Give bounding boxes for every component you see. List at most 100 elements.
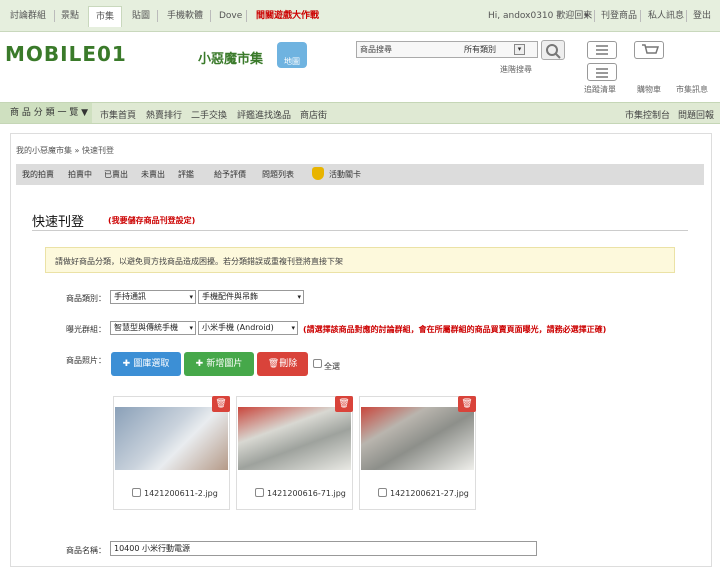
divider [157, 10, 158, 22]
photo-checkbox[interactable] [378, 488, 387, 497]
subnav-unsold[interactable]: 未賣出 [141, 169, 165, 180]
photo-filename: 1421200616-71.jpg [267, 489, 346, 498]
nav-tab-apps[interactable]: 手機軟體 [167, 6, 203, 26]
market-messages-label[interactable]: 市集訊息 [676, 84, 708, 95]
trash-icon[interactable]: 🗑 [335, 396, 353, 412]
photo-filename: 1421200611-2.jpg [144, 489, 218, 498]
menu-report-issue[interactable]: 問題回報 [678, 108, 714, 121]
chevron-down-icon: ▾ [291, 324, 295, 332]
product-photo [361, 407, 474, 470]
subnav-ratings[interactable]: 評鑑 [178, 169, 194, 180]
search-category-select[interactable]: 所有類別 [464, 44, 496, 55]
divider [246, 10, 247, 22]
seller-subnav: 我的拍賣 拍賣中 已賣出 未賣出 評鑑 給予評價 問題列表 活動關卡 [16, 164, 704, 185]
trash-icon[interactable]: 🗑 [458, 396, 476, 412]
exposure-warning: (請選擇該商品對應的討論群組，會在所屬群組的商品買賣頁面曝光，請務必選擇正確) [303, 325, 607, 334]
chevron-down-icon[interactable]: ▾ [514, 44, 525, 55]
photo-filename: 1421200621-27.jpg [390, 489, 469, 498]
site-header: MOBILE01 小惡魔市集 地圖 商品搜尋 所有類別 ▾ 進階搜尋 追蹤清單 … [0, 32, 720, 100]
nav-tab-game-event[interactable]: 間關遊戲大作戰 [256, 6, 319, 26]
search-icon [546, 44, 561, 59]
notice-text: 請做好商品分類，以避免買方找商品造成困擾。若分類錯誤或重複刊登將直接下架 [55, 257, 343, 266]
category-dropdown[interactable]: 商 品 分 類 一 覽 ▼ [0, 103, 92, 123]
exposure-select-2[interactable]: 小米手機 (Android) ▾ [198, 321, 298, 335]
list-icon[interactable] [587, 63, 617, 81]
menu-hot-ranking[interactable]: 熱賣排行 [146, 108, 182, 121]
trophy-icon [312, 167, 324, 180]
exposure-label: 曝光群組： [66, 325, 106, 334]
subnav-sold[interactable]: 已賣出 [104, 169, 128, 180]
trash-icon: 🗑 [267, 359, 280, 369]
watchlist-icon[interactable] [587, 41, 617, 59]
market-menu-bar: 商 品 分 類 一 覽 ▼ 市集首頁 熱賣排行 二手交換 評鑑進找逸品 商店街 … [0, 102, 720, 124]
logout-link[interactable]: 登出 [693, 6, 711, 26]
divider [32, 230, 688, 231]
site-logo[interactable]: MOBILE01 [5, 42, 127, 66]
user-greeting[interactable]: Hi, andox0310 歡迎回來 [488, 6, 592, 26]
subnav-give-rating[interactable]: 給予評價 [214, 169, 246, 180]
market-name[interactable]: 小惡魔市集 [198, 48, 263, 67]
subnav-on-sale[interactable]: 拍賣中 [68, 169, 92, 180]
menu-control-panel[interactable]: 市集控制台 [625, 108, 670, 121]
divider [210, 10, 211, 22]
exposure-select-2-value: 小米手機 (Android) [202, 323, 274, 332]
notice-box: 請做好商品分類，以避免買方找商品造成困擾。若分類錯誤或重複刊登將直接下架 [45, 247, 675, 273]
plus-icon: ✚ [195, 359, 207, 369]
nav-tab-dove[interactable]: Dove [219, 6, 242, 26]
watchlist-label[interactable]: 追蹤清單 [584, 84, 616, 95]
product-name-label: 商品名稱： [66, 546, 106, 555]
category-select-2[interactable]: 手機配件與吊飾 ▾ [198, 290, 304, 304]
advanced-search-link[interactable]: 進階搜尋 [500, 64, 532, 75]
delete-button[interactable]: 🗑刪除 [257, 352, 308, 376]
exposure-select-1[interactable]: 智慧型與傳統手機 ▾ [110, 321, 196, 335]
menu-market-home[interactable]: 市集首頁 [100, 108, 136, 121]
chevron-down-icon: ▾ [189, 322, 193, 334]
cart-label[interactable]: 購物車 [637, 84, 661, 95]
photo-checkbox[interactable] [255, 488, 264, 497]
search-placeholder: 商品搜尋 [360, 45, 392, 54]
subnav-event-stages[interactable]: 活動關卡 [329, 169, 361, 180]
menu-shops[interactable]: 商店街 [300, 108, 327, 121]
plus-icon: ✚ [122, 359, 134, 369]
category-select-1[interactable]: 手持通訊 ▾ [110, 290, 196, 304]
private-message-link[interactable]: 私人訊息 [648, 6, 684, 26]
chevron-down-icon: ▾ [297, 293, 301, 301]
menu-rated-items[interactable]: 評鑑進找逸品 [237, 108, 291, 121]
divider [54, 10, 55, 22]
photo-label: 商品照片： [66, 356, 106, 365]
chevron-down-icon[interactable]: ▾ [584, 6, 589, 26]
gallery-select-button[interactable]: ✚ 圖庫選取 [111, 352, 181, 376]
exposure-select-1-value: 智慧型與傳統手機 [114, 323, 178, 332]
menu-second-hand[interactable]: 二手交換 [191, 108, 227, 121]
photo-card: 🗑 1421200616-71.jpg [236, 396, 353, 510]
nav-tab-market[interactable]: 市集 [88, 6, 123, 27]
subnav-questions[interactable]: 問題列表 [262, 169, 294, 180]
page-title: 快速刊登 [32, 215, 85, 230]
divider [640, 10, 641, 22]
product-name-input[interactable]: 10400 小米行動電源 [110, 541, 537, 556]
breadcrumb: 我的小惡魔市集 » 快速刊登 [16, 146, 114, 155]
category-select-1-value: 手持通訊 [114, 292, 146, 301]
photo-checkbox[interactable] [132, 488, 141, 497]
product-photo [115, 407, 228, 470]
nav-tab-spots[interactable]: 景點 [61, 6, 79, 26]
delete-label: 刪除 [279, 359, 298, 369]
add-image-label: 新增圖片 [206, 359, 243, 369]
photo-card: 🗑 1421200621-27.jpg [359, 396, 476, 510]
select-all-label: 全選 [324, 362, 340, 371]
add-image-button[interactable]: ✚ 新增圖片 [184, 352, 254, 376]
post-item-link[interactable]: 刊登商品 [601, 6, 637, 26]
select-all-checkbox[interactable] [313, 359, 322, 368]
map-icon[interactable]: 地圖 [277, 42, 307, 68]
chevron-down-icon: ▾ [189, 293, 193, 301]
cart-icon[interactable] [634, 41, 664, 59]
top-nav-bar: 討論群組 景點 市集 貼圖 手機軟體 Dove 間關遊戲大作戰 Hi, ando… [0, 0, 720, 32]
product-photo [238, 407, 351, 470]
nav-tab-forum[interactable]: 討論群組 [10, 6, 46, 26]
save-settings-link[interactable]: (我要儲存商品刊登設定) [108, 215, 195, 226]
nav-tab-stickers[interactable]: 貼圖 [132, 6, 150, 26]
subnav-my-auctions[interactable]: 我的拍賣 [22, 169, 54, 180]
trash-icon[interactable]: 🗑 [212, 396, 230, 412]
search-input[interactable]: 商品搜尋 所有類別 ▾ [356, 41, 538, 58]
search-button[interactable] [541, 40, 565, 60]
